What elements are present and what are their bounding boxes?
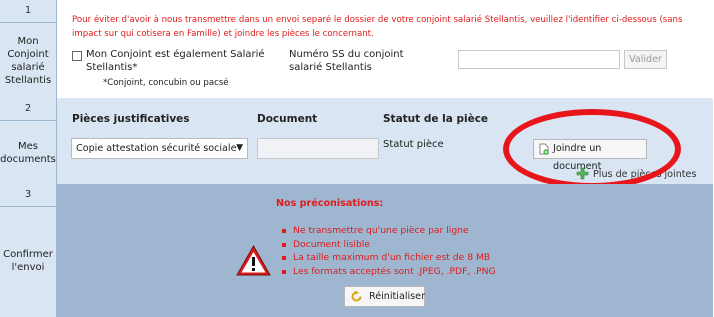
section-conjoint: 1 Mon Conjoint salarié Stellantis Pour é… — [0, 0, 713, 98]
reset-arrow-icon — [351, 290, 362, 302]
recommendations-title: Nos préconisations: — [276, 198, 384, 209]
conjoint-note: *Conjoint, concubin ou pacsé — [103, 78, 229, 88]
chevron-down-icon: ▼ — [236, 143, 243, 153]
section-1-label: Mon Conjoint salarié Stellantis — [4, 36, 52, 86]
piece-type-select[interactable]: Copie attestation sécurité sociale ▼ — [71, 138, 248, 159]
conjoint-notice: Pour éviter d'avoir à nous transmettre d… — [72, 15, 683, 39]
reset-label: Réinitialiser — [369, 291, 426, 302]
validate-button[interactable]: Valider — [624, 50, 667, 69]
conjoint-checkbox-label: Mon Conjoint est également Salarié Stell… — [86, 49, 265, 73]
section-3-number: 3 — [0, 184, 56, 207]
piece-type-value: Copie attestation sécurité sociale — [76, 143, 237, 154]
warning-triangle-icon — [236, 244, 271, 276]
reset-button[interactable]: Réinitialiser — [344, 286, 425, 307]
section-1-number: 1 — [0, 0, 56, 23]
list-item: Les formats acceptés sont .JPEG, .PDF, .… — [281, 265, 496, 279]
section-3-sidebar: 3 Confirmer l'envoi — [0, 184, 57, 317]
ss-number-label: Numéro SS du conjoint salarié Stellantis — [289, 49, 404, 73]
recommendations-list: Ne transmettre qu'une pièce par ligne Do… — [281, 224, 496, 278]
ss-number-input[interactable] — [458, 50, 620, 69]
document-input[interactable] — [257, 138, 379, 159]
col-header-statut: Statut de la pièce — [383, 113, 489, 125]
statut-piece: Statut pièce — [383, 139, 444, 150]
section-1-sidebar: 1 Mon Conjoint salarié Stellantis — [0, 0, 57, 98]
section-2-sidebar: 2 Mes documents — [0, 98, 57, 184]
section-2-number: 2 — [0, 98, 56, 121]
col-header-document: Document — [257, 113, 318, 125]
list-item: Document lisible — [281, 238, 496, 252]
section-3-label: Confirmer l'envoi — [3, 249, 53, 273]
col-header-pieces: Pièces justificatives — [72, 113, 190, 125]
list-item: Ne transmettre qu'une pièce par ligne — [281, 224, 496, 238]
section-2-label: Mes documents — [0, 141, 56, 165]
conjoint-checkbox[interactable] — [72, 51, 82, 61]
annotation-ring — [503, 109, 681, 189]
list-item: La taille maximum d'un fichier est de 8 … — [281, 251, 496, 265]
